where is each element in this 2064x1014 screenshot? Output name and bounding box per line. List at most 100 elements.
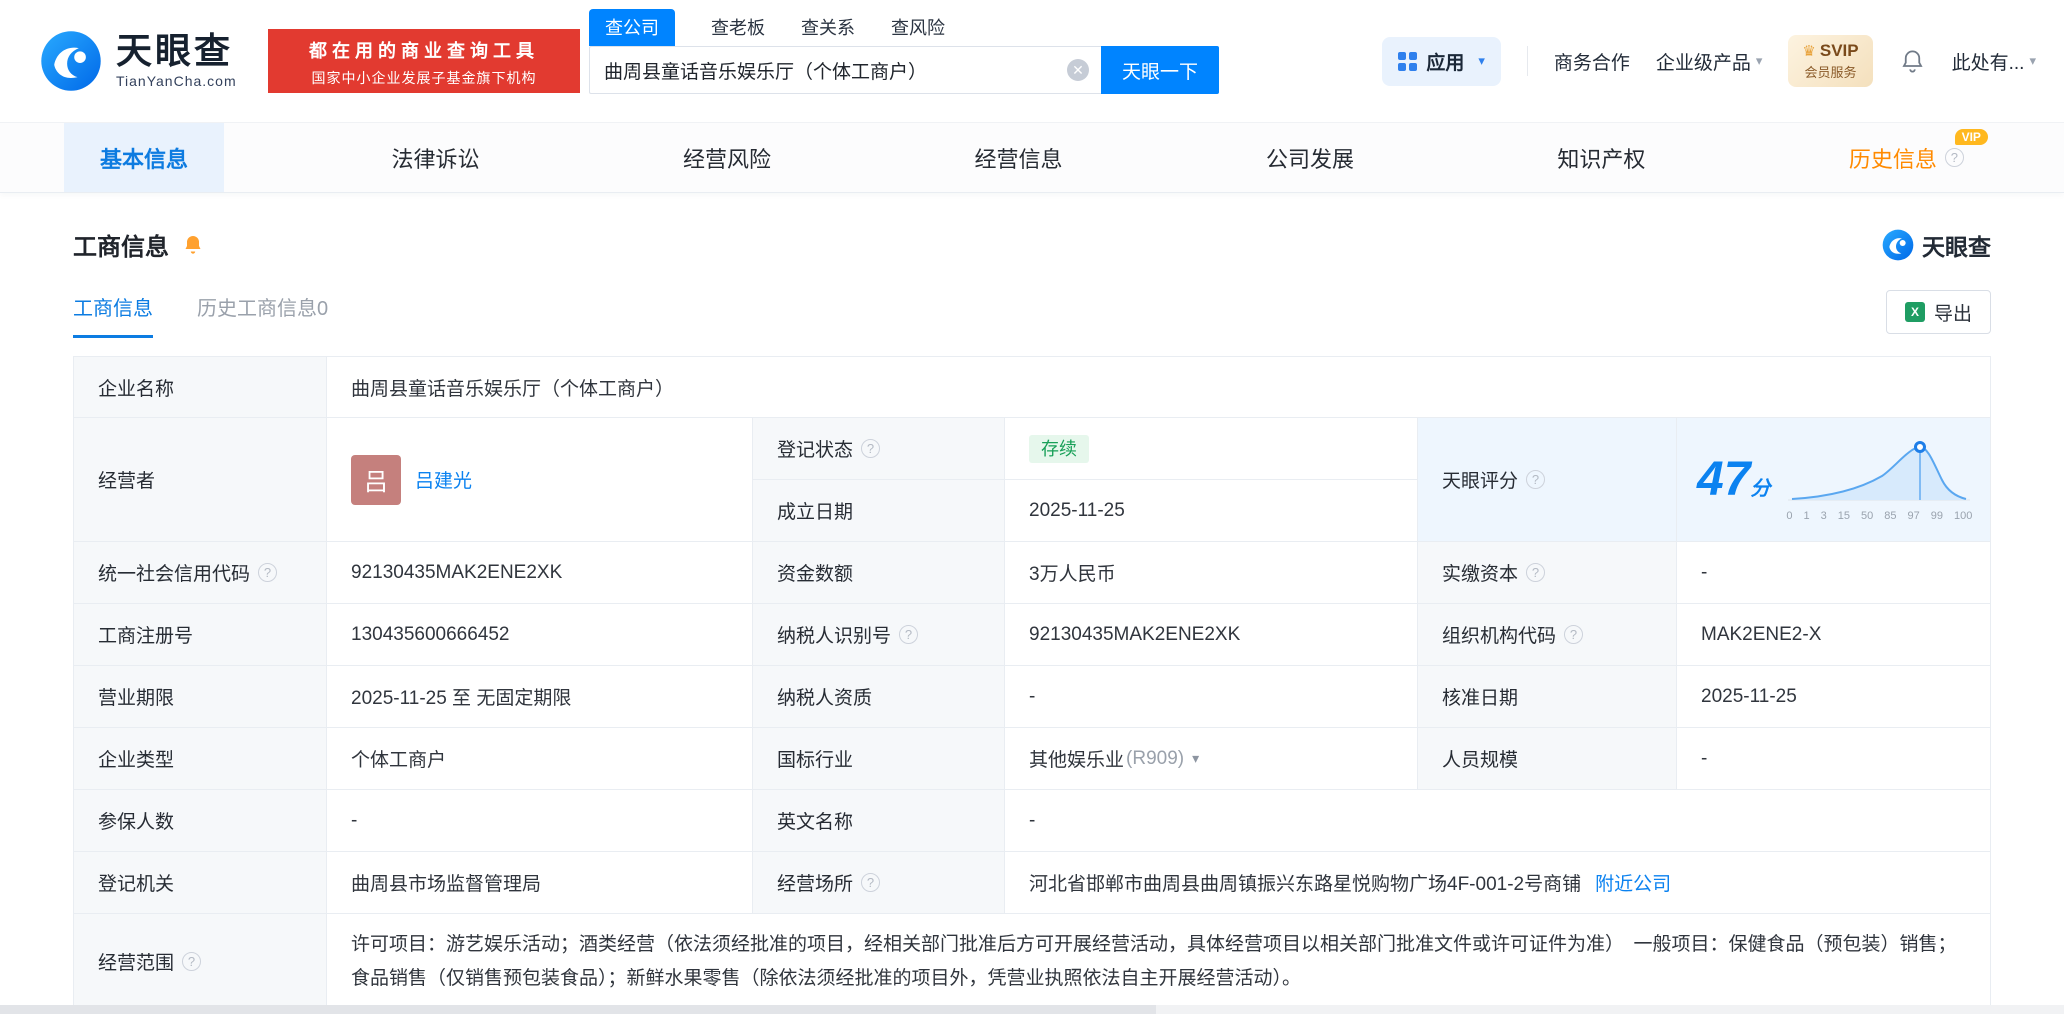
chevron-down-icon: ▾ [2029,53,2036,68]
table-row: 经营者 吕 吕建光 登记状态? 存续 成立日期 2025-11-25 天眼评分? [74,418,1990,542]
industry-label: 国标行业 [753,728,1005,789]
horizontal-scrollbar[interactable] [0,1005,2064,1014]
taxpayer-qualification-value: - [1005,666,1418,727]
score-axis: 0 1 3 15 50 85 97 99 100 [1786,509,1973,522]
help-icon[interactable]: ? [1526,470,1546,489]
vip-badge: VIP [1954,129,1988,145]
tab-legal-litigation[interactable]: 法律诉讼 [355,123,515,192]
paid-capital-label: 实缴资本? [1418,542,1677,603]
operator-avatar[interactable]: 吕 [351,454,401,505]
operator-cell: 吕 吕建光 [327,418,753,541]
help-icon[interactable]: ? [182,952,202,972]
tab-history-info[interactable]: VIP 历史信息 ? [1813,123,2000,192]
help-icon[interactable]: ? [1526,563,1546,582]
table-row: 营业期限 2025-11-25 至 无固定期限 纳税人资质 - 核准日期 202… [74,666,1990,728]
capital-value: 3万人民币 [1005,542,1418,603]
taxpayer-id-label: 纳税人识别号? [753,604,1005,665]
score-unit: 分 [1750,477,1771,500]
english-name-label: 英文名称 [753,790,1005,851]
svip-sublabel: 会员服务 [1804,65,1857,80]
status-badge: 存续 [1029,434,1089,463]
tab-intellectual-property[interactable]: 知识产权 [1521,123,1681,192]
capital-label: 资金数额 [753,542,1005,603]
approval-date-value: 2025-11-25 [1701,685,1797,707]
notification-bell-icon[interactable] [1899,48,1926,75]
brand-name: 天眼查 [116,30,234,71]
taxpayer-qualification-label: 纳税人资质 [753,666,1005,727]
nearby-companies-link[interactable]: 附近公司 [1595,869,1671,896]
status-date-column: 登记状态? 存续 成立日期 2025-11-25 [753,418,1418,541]
enterprise-products-link[interactable]: 企业级产品 ▾ [1656,48,1763,75]
clear-search-icon[interactable]: ✕ [1067,59,1089,81]
apps-grid-icon [1398,51,1418,71]
excel-icon: X [1904,302,1925,322]
scrollbar-thumb[interactable] [0,1005,1156,1014]
header-right-nav: 应用 ▾ 商务合作 企业级产品 ▾ ♛ SVIP 会员服务 此处有... ▾ [1382,35,2036,87]
promo-line1: 都在用的商业查询工具 [309,41,539,61]
svip-label: SVIP [1819,41,1859,60]
search-box: ✕ [589,46,1101,94]
table-row: 经营范围? 许可项目：游艺娱乐活动；酒类经营（依法须经批准的项目，经相关部门批准… [74,914,1990,1010]
term-label: 营业期限 [74,666,327,727]
insured-value: - [327,790,753,851]
apps-button[interactable]: 应用 ▾ [1382,36,1501,86]
help-icon[interactable]: ? [899,625,919,644]
help-icon[interactable]: ? [1564,625,1584,644]
search-area: 查公司 查老板 查关系 查风险 ✕ 天眼一下 [589,9,1219,94]
table-row: 参保人数 - 英文名称 - [74,790,1990,852]
search-tab-company[interactable]: 查公司 [589,9,675,46]
registration-status-value: 存续 [1005,418,1418,479]
tab-operating-info[interactable]: 经营信息 [938,123,1098,192]
section-title: 工商信息 [73,234,169,261]
search-button[interactable]: 天眼一下 [1101,46,1219,94]
subtab-row: 工商信息 历史工商信息0 X 导出 [73,290,1991,338]
operator-name-link[interactable]: 吕建光 [415,466,472,493]
export-button[interactable]: X 导出 [1885,290,1991,334]
paid-capital-value: - [1701,561,1708,583]
apps-label: 应用 [1426,52,1465,74]
company-type-label: 企业类型 [74,728,327,789]
company-type-value: 个体工商户 [327,728,753,789]
subtab-history-business-info[interactable]: 历史工商信息0 [197,292,328,338]
subtab-business-info[interactable]: 工商信息 [73,292,153,338]
approval-date-label: 核准日期 [1418,666,1677,727]
premises-label: 经营场所? [753,852,1005,913]
chevron-down-icon[interactable]: ▾ [1192,750,1199,767]
promo-badge: 都在用的商业查询工具 国家中小企业发展子基金旗下机构 [268,29,580,93]
table-row: 企业名称 曲周县童话音乐娱乐厅（个体工商户） [74,357,1990,418]
search-tab-risk[interactable]: 查风险 [891,14,945,46]
tab-basic-info[interactable]: 基本信息 [64,123,225,192]
credit-code-value: 92130435MAK2ENE2XK [327,542,753,603]
help-icon[interactable]: ? [861,439,881,458]
svip-member-badge[interactable]: ♛ SVIP 会员服务 [1788,35,1873,87]
table-row: 统一社会信用代码? 92130435MAK2ENE2XK 资金数额 3万人民币 … [74,542,1990,604]
score-cell: 47分 0 1 3 15 50 85 97 99 100 [1677,418,1990,541]
score-chart: 0 1 3 15 50 85 97 99 100 [1786,438,1972,522]
reg-number-label: 工商注册号 [74,604,327,665]
registry-label: 登记机关 [74,852,327,913]
operator-label: 经营者 [74,418,327,541]
tianyancha-logo-icon [40,30,102,92]
company-name-label: 企业名称 [74,357,327,417]
search-input[interactable] [590,47,1101,93]
user-more-menu[interactable]: 此处有... ▾ [1952,48,2036,75]
establish-date-label: 成立日期 [753,480,1005,541]
tab-operating-risk[interactable]: 经营风险 [647,123,807,192]
business-cooperation-link[interactable]: 商务合作 [1554,48,1630,75]
help-icon[interactable]: ? [861,873,881,892]
english-name-value: - [1029,809,1036,831]
business-scope-value: 许可项目：游艺娱乐活动；酒类经营（依法须经批准的项目，经相关部门批准后方可开展经… [351,934,1957,989]
subscribe-bell-icon[interactable] [181,233,205,257]
brand-domain: TianYanCha.com [116,73,237,89]
help-icon[interactable]: ? [258,563,278,582]
search-tab-relation[interactable]: 查关系 [801,14,855,46]
help-icon[interactable]: ? [1944,148,1964,167]
score-value: 47 [1697,452,1751,506]
business-scope-label: 经营范围? [74,914,327,1010]
tab-company-development[interactable]: 公司发展 [1230,123,1390,192]
tianyancha-logo[interactable]: 天眼查 TianYanCha.com [40,30,237,92]
search-tab-boss[interactable]: 查老板 [711,14,765,46]
divider [1526,46,1528,76]
table-row: 企业类型 个体工商户 国标行业 其他娱乐业 (R909) ▾ 人员规模 - [74,728,1990,790]
reg-number-value: 130435600666452 [327,604,753,665]
